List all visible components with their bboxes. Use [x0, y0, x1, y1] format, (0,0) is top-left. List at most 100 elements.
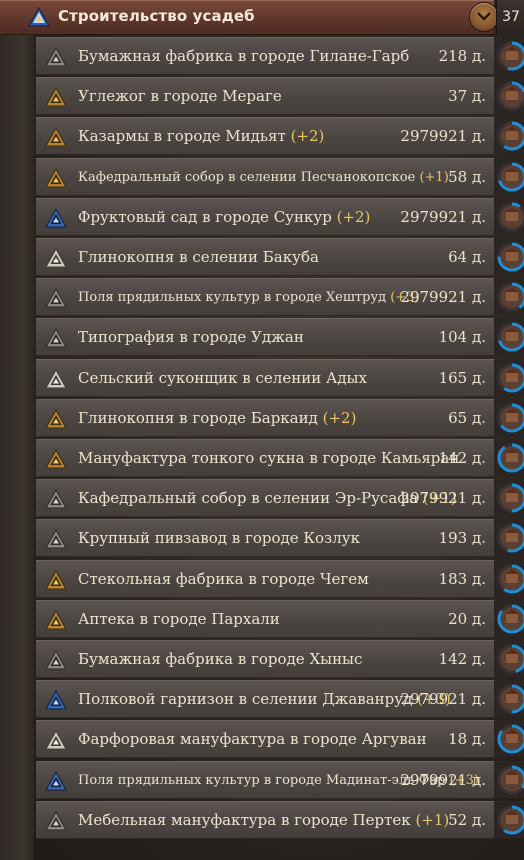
progress-cell[interactable] — [494, 640, 524, 677]
progress-cell[interactable] — [494, 720, 524, 757]
progress-ring — [497, 523, 524, 553]
blue-triangle-icon — [28, 7, 50, 27]
list-item[interactable]: Поля прядильных культур в городе Хештруд… — [36, 278, 494, 316]
list-item[interactable]: Сельский суконщик в селении Адых 165 д. — [36, 359, 494, 397]
section-header[interactable]: Строительство усадеб — [0, 0, 498, 35]
progress-ring — [497, 805, 524, 835]
list-item[interactable]: Казармы в городе Мидьят (+2) 2979921 д. — [36, 117, 494, 155]
list-item[interactable]: Бумажная фабрика в городе Гилане-Гарб 218… — [36, 37, 494, 75]
progress-cell[interactable] — [494, 238, 524, 275]
item-name: Фруктовый сад в городе Сункур (+2) — [78, 199, 370, 236]
item-bonus: (+2) — [336, 208, 371, 226]
list-item[interactable]: Углежог в городе Мераге 37 д. — [36, 77, 494, 115]
item-days: 2979921 д. — [400, 127, 486, 145]
grey-triangle-icon — [45, 288, 67, 308]
chevron-down-icon — [477, 12, 491, 21]
grey-triangle-icon — [45, 650, 67, 670]
progress-ring — [497, 604, 524, 634]
item-days: 165 д. — [438, 369, 486, 387]
item-days: 142 д. — [438, 650, 486, 668]
list-item[interactable]: Бумажная фабрика в городе Хыныс 142 д. — [36, 640, 494, 678]
section-title: Строительство усадеб — [58, 7, 255, 25]
progress-ring — [497, 403, 524, 433]
item-days: 18 д. — [448, 730, 486, 748]
item-title: Глинокопня в городе Баркаид — [78, 409, 323, 427]
progress-cell[interactable] — [494, 399, 524, 436]
list-item[interactable]: Кафедральный собор в селении Эр-Русафа (… — [36, 479, 494, 517]
list-item[interactable]: Глинокопня в селении Бакуба 64 д. — [36, 238, 494, 276]
white-triangle-icon — [45, 369, 67, 389]
item-bonus: (+2) — [322, 409, 357, 427]
progress-cell[interactable] — [494, 600, 524, 637]
progress-ring — [497, 81, 524, 111]
progress-cell[interactable] — [494, 359, 524, 396]
progress-cell[interactable] — [494, 37, 524, 74]
list-item[interactable]: Мебельная мануфактура в городе Пертек (+… — [36, 801, 494, 839]
list-item[interactable]: Мануфактура тонкого сукна в городе Камья… — [36, 439, 494, 477]
item-name: Мануфактура тонкого сукна в городе Камья… — [78, 440, 459, 477]
item-days: 64 д. — [448, 248, 486, 266]
item-name: Бумажная фабрика в городе Хыныс — [78, 641, 362, 678]
item-title: Кафедральный собор в селении Эр-Русафа — [78, 489, 423, 507]
item-bonus: (+2) — [290, 127, 325, 145]
item-title: Стекольная фабрика в городе Чегем — [78, 570, 369, 588]
item-title: Поля прядильных культур в городе Мадинат… — [78, 773, 450, 788]
item-name: Крупный пивзавод в городе Козлук — [78, 520, 360, 557]
item-days: 2979921 д. — [400, 771, 486, 789]
gold-triangle-icon — [45, 87, 67, 107]
gold-triangle-icon — [45, 168, 67, 188]
progress-ring — [497, 322, 524, 352]
progress-ring — [497, 483, 524, 513]
progress-cell[interactable] — [494, 318, 524, 355]
list-item[interactable]: Аптека в городе Пархали 20 д. — [36, 600, 494, 638]
progress-ring — [497, 724, 524, 754]
progress-ring — [497, 765, 524, 795]
progress-ring — [497, 644, 524, 674]
grey-triangle-icon — [45, 529, 67, 549]
progress-cell[interactable] — [494, 117, 524, 154]
item-name: Глинокопня в селении Бакуба — [78, 239, 319, 276]
progress-cell[interactable] — [494, 680, 524, 717]
item-name: Поля прядильных культур в городе Хештруд… — [78, 279, 420, 316]
list-item[interactable]: Глинокопня в городе Баркаид (+2) 65 д. — [36, 399, 494, 437]
item-title: Фарфоровая мануфактура в городе Аргуван — [78, 730, 427, 748]
item-name: Полковой гарнизон в селении Джаванруд (+… — [78, 681, 451, 718]
list-item[interactable]: Фарфоровая мануфактура в городе Аргуван 1… — [36, 720, 494, 758]
item-title: Бумажная фабрика в городе Гилане-Гарб — [78, 47, 410, 65]
blue-triangle-icon — [45, 690, 67, 710]
progress-cell[interactable] — [494, 479, 524, 516]
item-days: 2979921 д. — [400, 208, 486, 226]
count-badge: 37 — [496, 0, 524, 34]
item-days: 183 д. — [438, 570, 486, 588]
list-item[interactable]: Крупный пивзавод в городе Козлук 193 д. — [36, 519, 494, 557]
gold-triangle-icon — [45, 449, 67, 469]
item-days: 193 д. — [438, 529, 486, 547]
progress-cell[interactable] — [494, 560, 524, 597]
progress-cell[interactable] — [494, 439, 524, 476]
list-item[interactable]: Кафедральный собор в селении Песчанокопс… — [36, 158, 494, 196]
item-title: Глинокопня в селении Бакуба — [78, 248, 319, 266]
list-item[interactable]: Полковой гарнизон в селении Джаванруд (+… — [36, 680, 494, 718]
progress-cell[interactable] — [494, 198, 524, 235]
item-title: Типография в городе Уджан — [78, 328, 304, 346]
item-title: Аптека в городе Пархали — [78, 610, 280, 628]
progress-cell[interactable] — [494, 519, 524, 556]
gold-triangle-icon — [45, 610, 67, 630]
progress-cell[interactable] — [494, 278, 524, 315]
item-name: Фарфоровая мануфактура в городе Аргуван — [78, 721, 427, 758]
list-item[interactable]: Фруктовый сад в городе Сункур (+2) 297992… — [36, 198, 494, 236]
collapse-button[interactable] — [470, 3, 498, 31]
item-title: Бумажная фабрика в городе Хыныс — [78, 650, 363, 668]
item-days: 104 д. — [438, 328, 486, 346]
item-bonus: (+1) — [419, 170, 449, 185]
progress-cell[interactable] — [494, 801, 524, 838]
list-item[interactable]: Поля прядильных культур в городе Мадинат… — [36, 761, 494, 799]
progress-ring — [497, 41, 524, 71]
progress-cell[interactable] — [494, 77, 524, 114]
item-name: Сельский суконщик в селении Адых — [78, 360, 367, 397]
blue-triangle-icon — [45, 771, 67, 791]
list-item[interactable]: Типография в городе Уджан 104 д. — [36, 318, 494, 356]
progress-cell[interactable] — [494, 761, 524, 798]
list-item[interactable]: Стекольная фабрика в городе Чегем 183 д. — [36, 560, 494, 598]
progress-cell[interactable] — [494, 158, 524, 195]
